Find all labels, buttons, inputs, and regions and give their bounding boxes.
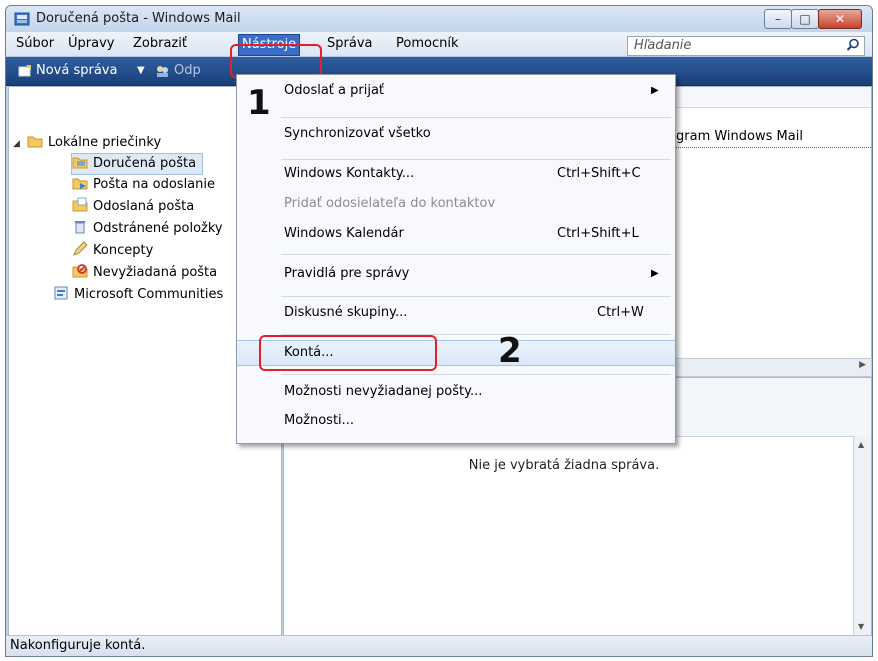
tree-local-folders-label: Lokálne priečinky xyxy=(48,135,162,150)
search-placeholder: Hľadanie xyxy=(634,38,692,53)
tree-drafts[interactable]: Koncepty xyxy=(72,241,153,261)
collapse-icon[interactable]: ◢ xyxy=(13,139,20,149)
tree-sent-label: Odoslaná pošta xyxy=(93,199,195,214)
menu-bar: Súbor Úpravy Zobraziť Nástroje Správa Po… xyxy=(6,32,872,57)
menu-view[interactable]: Zobraziť xyxy=(130,34,190,54)
menu-newsgroups-shortcut: Ctrl+W xyxy=(597,305,644,320)
menu-junk-options[interactable]: Možnosti nevyžiadanej pošty... xyxy=(237,380,675,404)
tree-communities-label: Microsoft Communities xyxy=(74,287,224,302)
menu-sync-all-label: Synchronizovať všetko xyxy=(284,126,431,141)
menu-options-label: Možnosti... xyxy=(284,413,355,428)
menu-message-rules[interactable]: Pravidlá pre správy ▶ xyxy=(237,262,675,286)
tree-sent[interactable]: Odoslaná pošta xyxy=(72,197,194,217)
menu-windows-calendar[interactable]: Windows Kalendár Ctrl+Shift+L xyxy=(237,222,675,246)
tools-dropdown-menu: Odoslať a prijať ▶ Synchronizovať všetko… xyxy=(236,74,676,444)
menu-windows-contacts-label: Windows Kontakty... xyxy=(284,166,415,181)
maximize-icon: □ xyxy=(799,12,811,26)
scroll-up-icon[interactable]: ▲ xyxy=(858,440,864,449)
menu-help[interactable]: Pomocník xyxy=(393,34,461,54)
step-1-label: 1 xyxy=(247,83,271,123)
vertical-scrollbar[interactable]: ▲ ▼ xyxy=(853,436,871,635)
menu-file[interactable]: Súbor xyxy=(13,34,57,54)
tree-junk[interactable]: Nevyžiadaná pošta xyxy=(72,263,217,283)
junk-folder-icon xyxy=(72,264,88,278)
menu-send-receive-label: Odoslať a prijať xyxy=(284,83,385,98)
title-bar: Doručená pošta - Windows Mail – □ ✕ xyxy=(6,6,872,32)
menu-send-receive[interactable]: Odoslať a prijať ▶ xyxy=(237,79,675,103)
status-bar: Nakonfiguruje kontá. xyxy=(6,635,872,656)
search-input[interactable]: Hľadanie xyxy=(627,36,865,56)
menu-separator xyxy=(281,159,671,160)
tree-inbox-label: Doručená pošta xyxy=(93,156,197,171)
highlight-tools-menu xyxy=(230,44,322,78)
menu-junk-options-label: Možnosti nevyžiadanej pošty... xyxy=(284,384,483,399)
menu-windows-calendar-label: Windows Kalendár xyxy=(284,226,404,241)
menu-message-rules-label: Pravidlá pre správy xyxy=(284,266,410,281)
inbox-folder-icon xyxy=(72,157,88,169)
scroll-down-icon[interactable]: ▼ xyxy=(858,622,864,631)
menu-options[interactable]: Možnosti... xyxy=(237,409,675,433)
tree-local-folders[interactable]: Lokálne priečinky xyxy=(27,133,161,153)
sent-folder-icon xyxy=(72,197,88,212)
tree-communities[interactable]: Microsoft Communities xyxy=(53,285,223,305)
window-title: Doručená pošta - Windows Mail xyxy=(36,11,241,26)
status-text: Nakonfiguruje kontá. xyxy=(10,638,146,653)
drafts-icon xyxy=(73,241,88,256)
tree-outbox[interactable]: Pošta na odoslanie xyxy=(72,175,215,195)
search-icon[interactable] xyxy=(846,38,860,52)
mail-app-icon xyxy=(14,12,30,26)
menu-message[interactable]: Správa xyxy=(324,34,375,54)
tree-junk-label: Nevyžiadaná pošta xyxy=(93,265,218,280)
trash-icon xyxy=(75,221,85,234)
menu-separator xyxy=(281,374,671,375)
tree-outbox-label: Pošta na odoslanie xyxy=(93,177,215,192)
tree-inbox[interactable]: Doručená pošta xyxy=(71,153,204,175)
new-message-icon xyxy=(18,65,31,77)
minimize-button[interactable]: – xyxy=(764,9,792,29)
menu-add-sender-label: Pridať odosielateľa do kontaktov xyxy=(284,196,496,211)
maximize-button[interactable]: □ xyxy=(791,9,819,29)
tree-drafts-label: Koncepty xyxy=(93,243,154,258)
menu-edit[interactable]: Úpravy xyxy=(65,34,117,54)
submenu-arrow-icon: ▶ xyxy=(651,85,659,96)
chevron-down-icon[interactable]: ▼ xyxy=(137,65,145,76)
menu-separator xyxy=(281,296,671,297)
outbox-folder-icon xyxy=(72,178,88,190)
reply-button[interactable]: Odp xyxy=(174,63,201,78)
tree-deleted-label: Odstránené položky xyxy=(93,221,223,236)
newsgroup-icon xyxy=(54,286,68,300)
menu-windows-calendar-shortcut: Ctrl+Shift+L xyxy=(557,226,639,241)
tree-deleted[interactable]: Odstránené položky xyxy=(72,219,223,239)
menu-windows-contacts[interactable]: Windows Kontakty... Ctrl+Shift+C xyxy=(237,162,675,186)
menu-newsgroups[interactable]: Diskusné skupiny... Ctrl+W xyxy=(237,301,675,325)
menu-add-sender: Pridať odosielateľa do kontaktov xyxy=(237,192,675,216)
menu-newsgroups-label: Diskusné skupiny... xyxy=(284,305,408,320)
new-message-button[interactable]: Nová správa xyxy=(36,63,117,78)
highlight-accounts-item xyxy=(259,335,437,371)
minimize-icon: – xyxy=(775,12,781,26)
scroll-right-icon[interactable]: ▶ xyxy=(859,360,866,370)
message-sender: gram Windows Mail xyxy=(676,129,803,144)
menu-sync-all[interactable]: Synchronizovať všetko xyxy=(237,122,675,146)
menu-windows-contacts-shortcut: Ctrl+Shift+C xyxy=(557,166,641,181)
close-button[interactable]: ✕ xyxy=(818,9,862,29)
no-selection-text: Nie je vybratá žiadna správa. xyxy=(468,458,660,473)
reply-icon xyxy=(157,66,168,77)
close-icon: ✕ xyxy=(834,12,846,26)
step-2-label: 2 xyxy=(498,331,522,371)
menu-separator xyxy=(281,254,671,255)
folder-icon xyxy=(27,136,43,148)
menu-separator xyxy=(281,117,671,118)
submenu-arrow-icon: ▶ xyxy=(651,268,659,279)
